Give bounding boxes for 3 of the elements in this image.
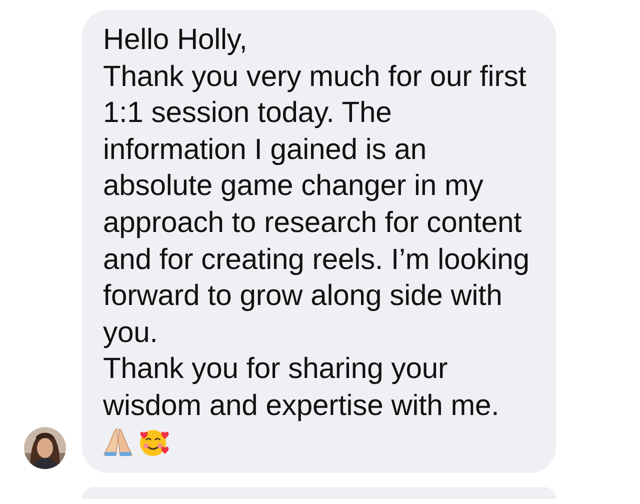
message-text: Hello Holly,	[103, 23, 248, 58]
message-text: Thank you very much for our first 1:1 session today. The information I gained is an absolute game changer in my approach to research for content and for creating reels. I’m looking forward to grow along side with you.	[103, 60, 530, 351]
message-text: Thank you for sharing your wisdom and expertise with me.	[103, 352, 500, 424]
